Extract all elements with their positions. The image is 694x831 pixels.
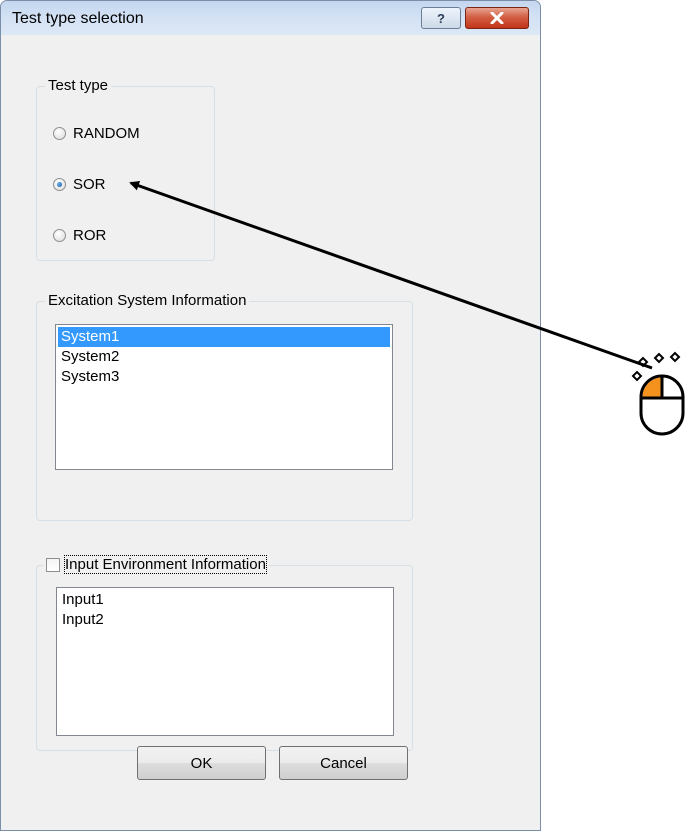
input-env-group: Input Environment Information Input1 Inp… bbox=[36, 555, 413, 751]
close-icon bbox=[490, 12, 504, 24]
test-type-legend: Test type bbox=[45, 77, 112, 94]
close-button[interactable] bbox=[465, 7, 529, 29]
radio-random[interactable]: RANDOM bbox=[53, 125, 140, 142]
excitation-group: Excitation System Information System1 Sy… bbox=[36, 292, 413, 521]
input-env-listbox[interactable]: Input1 Input2 bbox=[56, 587, 394, 736]
excitation-item[interactable]: System3 bbox=[58, 367, 390, 387]
radio-ror-button[interactable] bbox=[53, 229, 66, 242]
test-type-group: Test type RANDOM SOR ROR bbox=[36, 77, 215, 261]
excitation-item[interactable]: System2 bbox=[58, 347, 390, 367]
window-title: Test type selection bbox=[12, 10, 144, 27]
help-button[interactable]: ? bbox=[421, 7, 461, 29]
mouse-click-icon bbox=[631, 351, 685, 436]
input-env-legend[interactable]: Input Environment Information bbox=[43, 555, 269, 574]
radio-random-label: RANDOM bbox=[73, 125, 140, 142]
radio-sor-label: SOR bbox=[73, 176, 106, 193]
ok-button[interactable]: OK bbox=[137, 746, 266, 780]
dialog-body: Test type RANDOM SOR ROR Excitation Syst… bbox=[10, 35, 531, 830]
radio-ror-label: ROR bbox=[73, 227, 107, 244]
test-type-dialog: Test type selection ? Test type RANDOM S… bbox=[0, 0, 541, 831]
radio-sor[interactable]: SOR bbox=[53, 176, 106, 193]
radio-sor-button[interactable] bbox=[53, 178, 66, 191]
radio-random-button[interactable] bbox=[53, 127, 66, 140]
excitation-item[interactable]: System1 bbox=[58, 327, 390, 347]
help-icon: ? bbox=[437, 10, 445, 26]
input-env-label: Input Environment Information bbox=[64, 555, 267, 574]
cancel-button[interactable]: Cancel bbox=[279, 746, 408, 780]
radio-ror[interactable]: ROR bbox=[53, 227, 106, 244]
input-env-item[interactable]: Input1 bbox=[59, 590, 391, 610]
input-env-checkbox[interactable] bbox=[46, 557, 60, 572]
excitation-listbox[interactable]: System1 System2 System3 bbox=[55, 324, 393, 470]
excitation-legend: Excitation System Information bbox=[45, 292, 250, 309]
input-env-item[interactable]: Input2 bbox=[59, 610, 391, 630]
title-bar[interactable]: Test type selection ? bbox=[1, 1, 540, 35]
